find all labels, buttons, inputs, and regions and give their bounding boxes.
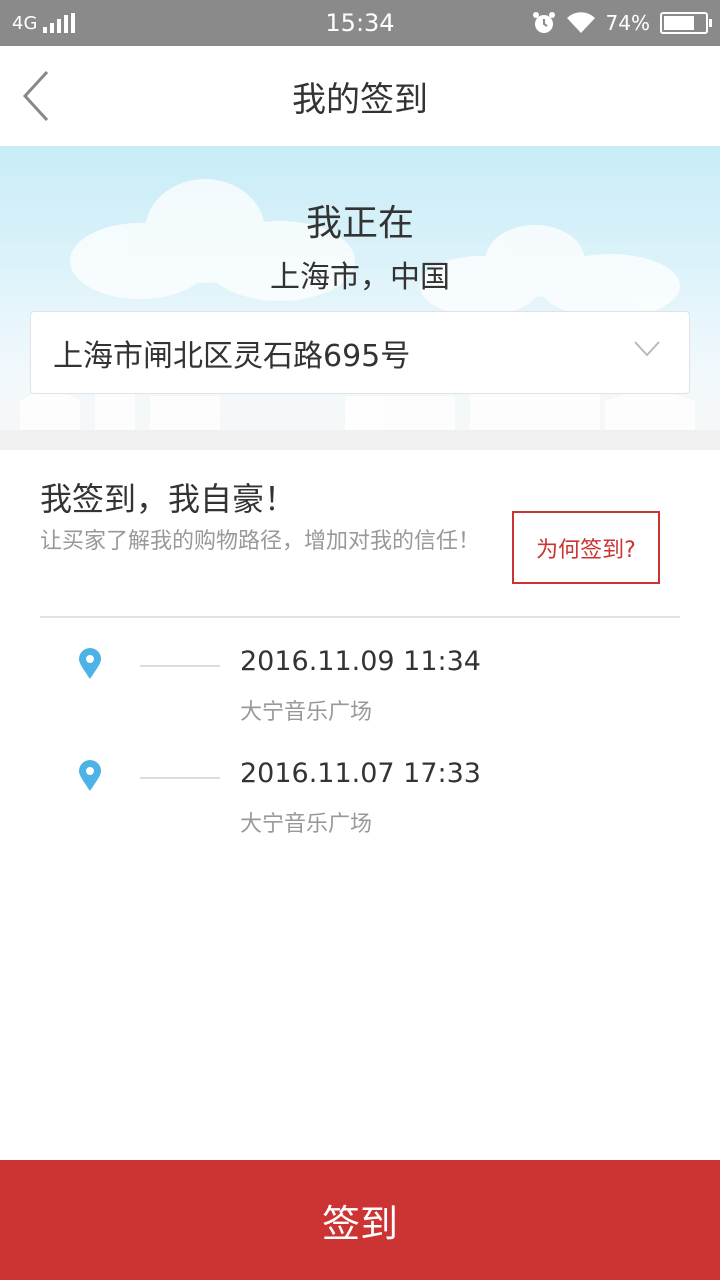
location-pin-icon (79, 648, 101, 679)
current-city: 上海市，中国 (270, 260, 450, 295)
battery-fill (664, 16, 694, 30)
checkin-place: 大宁音乐广场 (240, 812, 373, 837)
slogan-title: 我签到，我自豪！ (40, 480, 297, 518)
back-button[interactable] (14, 68, 58, 124)
wifi-icon (566, 12, 595, 33)
why-checkin-button[interactable]: 为何签到? (512, 511, 660, 584)
section-divider (0, 430, 720, 450)
timeline-connector (140, 777, 220, 779)
address-value: 上海市闸北区灵石路695号 (53, 338, 411, 374)
status-bar: 4G 15:34 74% (0, 0, 720, 46)
battery-icon (660, 12, 712, 34)
chevron-down-icon (634, 341, 660, 357)
address-dropdown[interactable]: 上海市闸北区灵石路695号 (30, 311, 690, 394)
checkin-time: 2016.11.07 17:33 (240, 758, 481, 789)
location-heading: 我正在 (305, 203, 414, 244)
header: 我的签到 (0, 46, 720, 146)
slogan-description: 让买家了解我的购物路径，增加对我的信任！ (40, 529, 481, 554)
checkin-button[interactable]: 签到 (0, 1160, 720, 1280)
checkin-history-item: 2016.11.07 17:33 大宁音乐广场 (0, 758, 720, 860)
checkin-time: 2016.11.09 11:34 (240, 646, 481, 677)
timeline-connector (140, 665, 220, 667)
chevron-left-icon (22, 70, 49, 122)
battery-percent: 74% (605, 11, 650, 35)
network-type: 4G (12, 12, 38, 34)
status-right: 74% (532, 11, 712, 35)
location-banner: 我正在 上海市，中国 上海市闸北区灵石路695号 (0, 146, 720, 430)
location-pin-icon (79, 760, 101, 791)
divider (40, 616, 680, 618)
checkin-place: 大宁音乐广场 (240, 700, 373, 725)
signal-icon (43, 13, 76, 33)
page-title: 我的签到 (292, 79, 428, 120)
status-left: 4G (12, 12, 76, 34)
checkin-history-item: 2016.11.09 11:34 大宁音乐广场 (0, 646, 720, 748)
alarm-icon (532, 12, 555, 33)
